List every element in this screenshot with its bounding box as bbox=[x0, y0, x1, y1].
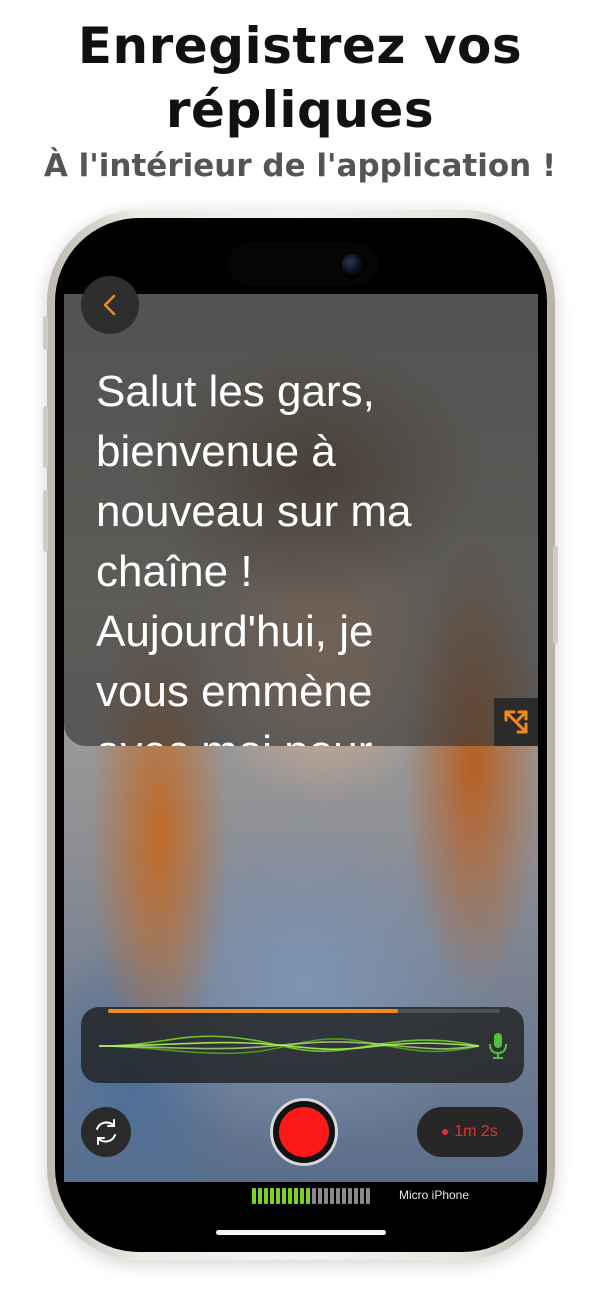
mic-level-segment bbox=[270, 1188, 274, 1204]
record-button[interactable] bbox=[270, 1098, 338, 1166]
switch-camera-button[interactable] bbox=[81, 1107, 131, 1157]
camera-switch-icon bbox=[96, 1119, 116, 1145]
script-line: nouveau sur ma bbox=[96, 487, 412, 536]
mic-level-segment bbox=[348, 1188, 352, 1204]
mic-level-segment bbox=[294, 1188, 298, 1204]
phone-side-button bbox=[43, 316, 48, 350]
camera-preview: Salut les gars, bienvenue à nouveau sur … bbox=[64, 294, 538, 1182]
audio-waveform-panel bbox=[81, 1007, 524, 1083]
recording-dot-icon bbox=[442, 1129, 449, 1135]
mic-level-segment bbox=[330, 1188, 334, 1204]
mic-level-segment bbox=[318, 1188, 322, 1204]
script-line: avec moi pour bbox=[96, 722, 476, 746]
audio-waveform bbox=[99, 1035, 479, 1055]
home-indicator bbox=[216, 1230, 386, 1235]
mic-level-segment bbox=[354, 1188, 358, 1204]
mic-level-segment bbox=[288, 1188, 292, 1204]
mic-source-label: Micro iPhone bbox=[399, 1188, 470, 1202]
mic-level-segment bbox=[366, 1188, 370, 1204]
expand-teleprompter-button[interactable] bbox=[494, 698, 538, 746]
phone-volume-up bbox=[43, 406, 48, 468]
recording-timer-value: 1m 2s bbox=[454, 1123, 498, 1140]
mic-level-segment bbox=[342, 1188, 346, 1204]
recording-timer: 1m 2s bbox=[417, 1107, 523, 1157]
dynamic-island bbox=[228, 242, 378, 286]
expand-arrows-icon bbox=[504, 710, 528, 734]
phone-screen-bezel: Salut les gars, bienvenue à nouveau sur … bbox=[55, 218, 547, 1252]
mic-level-meter bbox=[252, 1188, 370, 1204]
script-line: Aujourd'hui, je bbox=[96, 607, 374, 656]
script-line: Salut les gars, bbox=[96, 367, 375, 416]
mic-level-segment bbox=[252, 1188, 256, 1204]
script-line: vous emmène bbox=[96, 667, 373, 716]
front-camera-icon bbox=[342, 254, 362, 274]
record-button-core bbox=[279, 1107, 329, 1157]
mic-level-segment bbox=[264, 1188, 268, 1204]
promo-headline: Enregistrez vos répliques bbox=[0, 14, 600, 142]
mic-level-segment bbox=[306, 1188, 310, 1204]
headline-line-1: Enregistrez vos bbox=[77, 17, 523, 75]
mic-level-segment bbox=[258, 1188, 262, 1204]
promo-subtitle: À l'intérieur de l'application ! bbox=[43, 148, 557, 184]
teleprompter-panel[interactable]: Salut les gars, bienvenue à nouveau sur … bbox=[64, 294, 538, 746]
mic-level-segment bbox=[282, 1188, 286, 1204]
recording-progress-bar bbox=[108, 1009, 500, 1013]
mic-level-segment bbox=[312, 1188, 316, 1204]
back-button[interactable] bbox=[81, 276, 139, 334]
mic-level-segment bbox=[360, 1188, 364, 1204]
microphone-icon bbox=[489, 1033, 507, 1059]
mic-level-segment bbox=[300, 1188, 304, 1204]
mic-level-segment bbox=[324, 1188, 328, 1204]
chevron-left-icon bbox=[103, 294, 116, 316]
mic-level-segment bbox=[276, 1188, 280, 1204]
phone-power-button bbox=[553, 546, 558, 644]
script-line: bienvenue à bbox=[96, 427, 336, 476]
recording-progress-fill bbox=[108, 1009, 399, 1013]
headline-line-2: répliques bbox=[165, 81, 435, 139]
teleprompter-script: Salut les gars, bienvenue à nouveau sur … bbox=[96, 362, 476, 746]
script-line: chaîne ! bbox=[96, 547, 253, 596]
mic-level-segment bbox=[336, 1188, 340, 1204]
phone-volume-down bbox=[43, 490, 48, 552]
